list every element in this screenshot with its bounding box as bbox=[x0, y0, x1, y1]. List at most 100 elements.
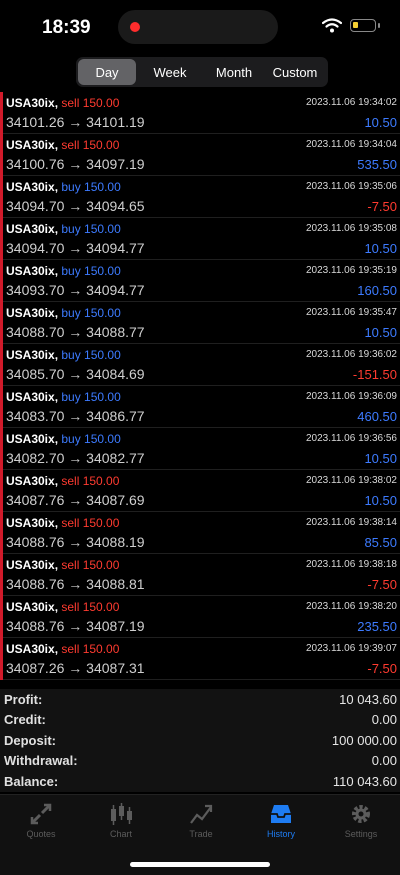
deal-row[interactable]: USA30ix, buy 150.00 34088.70 → 34088.77 20… bbox=[3, 302, 400, 344]
deal-datetime: 2023.11.06 19:36:09 bbox=[305, 391, 397, 402]
deal-prices: 34100.76 → 34097.19 bbox=[6, 156, 145, 172]
deal-datetime: 2023.11.06 19:35:19 bbox=[305, 265, 397, 276]
tab-settings[interactable]: Settings bbox=[326, 801, 396, 839]
summary-row: Deposit: 100 000.00 bbox=[0, 730, 400, 751]
deal-symbol: USA30ix, sell 150.00 bbox=[6, 474, 120, 488]
deal-side: buy 150.00 bbox=[61, 222, 121, 236]
dynamic-island bbox=[118, 10, 278, 44]
deal-datetime: 2023.11.06 19:35:47 bbox=[305, 307, 397, 318]
deal-symbol: USA30ix, sell 150.00 bbox=[6, 96, 120, 110]
deal-row[interactable]: USA30ix, buy 150.00 34093.70 → 34094.77 20… bbox=[3, 260, 400, 302]
account-summary: Profit: 10 043.60 Credit: 0.00 Deposit: 100 0… bbox=[0, 689, 400, 792]
tab-custom[interactable]: Custom bbox=[264, 59, 326, 85]
deal-row[interactable]: USA30ix, sell 150.00 34087.26 → 34087.31 2… bbox=[3, 638, 400, 680]
summary-label: Deposit: bbox=[4, 732, 56, 748]
tab-label: Chart bbox=[109, 829, 132, 839]
battery-tip bbox=[378, 23, 380, 28]
summary-value: 0.00 bbox=[371, 712, 397, 728]
deal-prices: 34083.70 → 34086.77 bbox=[6, 408, 145, 424]
deal-datetime: 2023.11.06 19:38:14 bbox=[305, 517, 397, 528]
tab-label: Settings bbox=[344, 829, 378, 839]
deal-symbol: USA30ix, buy 150.00 bbox=[6, 432, 121, 446]
summary-row: Profit: 10 043.60 bbox=[0, 689, 400, 710]
chart-icon bbox=[86, 801, 156, 827]
deal-row[interactable]: USA30ix, sell 150.00 34088.76 → 34088.81 2… bbox=[3, 554, 400, 596]
deal-symbol: USA30ix, buy 150.00 bbox=[6, 306, 121, 320]
deal-row[interactable]: USA30ix, buy 150.00 34094.70 → 34094.65 20… bbox=[3, 176, 400, 218]
deal-prices: 34087.26 → 34087.31 bbox=[6, 660, 145, 676]
deal-side: sell 150.00 bbox=[61, 600, 120, 614]
deal-row[interactable]: USA30ix, sell 150.00 34087.76 → 34087.69 2… bbox=[3, 470, 400, 512]
deal-profit: -151.50 bbox=[352, 367, 397, 382]
deal-profit: 10.50 bbox=[364, 493, 397, 508]
summary-label: Profit: bbox=[4, 691, 43, 707]
tab-label: Trade bbox=[189, 829, 213, 839]
deal-datetime: 2023.11.06 19:35:08 bbox=[305, 223, 397, 234]
deal-row[interactable]: USA30ix, buy 150.00 34082.70 → 34082.77 20… bbox=[3, 428, 400, 470]
deal-prices: 34088.76 → 34088.81 bbox=[6, 576, 145, 592]
tab-day[interactable]: Day bbox=[78, 59, 136, 85]
deal-side: sell 150.00 bbox=[61, 138, 120, 152]
deal-profit: 535.50 bbox=[357, 157, 397, 172]
deal-side: buy 150.00 bbox=[61, 390, 121, 404]
deal-profit: 235.50 bbox=[357, 619, 397, 634]
deal-row[interactable]: USA30ix, buy 150.00 34085.70 → 34084.69 20… bbox=[3, 344, 400, 386]
summary-value: 110 043.60 bbox=[332, 773, 397, 789]
deal-prices: 34088.76 → 34088.19 bbox=[6, 534, 145, 550]
tab-label: Quotes bbox=[26, 829, 56, 839]
tab-quotes[interactable]: Quotes bbox=[6, 801, 76, 839]
deal-profit: 10.50 bbox=[364, 241, 397, 256]
deal-row[interactable]: USA30ix, buy 150.00 34094.70 → 34094.77 20… bbox=[3, 218, 400, 260]
deal-prices: 34101.26 → 34101.19 bbox=[6, 114, 145, 130]
deal-row[interactable]: USA30ix, sell 150.00 34088.76 → 34088.19 2… bbox=[3, 512, 400, 554]
summary-label: Credit: bbox=[4, 712, 46, 728]
tab-label: History bbox=[266, 829, 295, 839]
summary-row: Balance: 110 043.60 bbox=[0, 771, 400, 792]
deal-side: sell 150.00 bbox=[61, 96, 120, 110]
status-time: 18:39 bbox=[42, 17, 91, 38]
deal-prices: 34088.70 → 34088.77 bbox=[6, 324, 145, 340]
deal-prices: 34088.76 → 34087.19 bbox=[6, 618, 145, 634]
recording-dot-icon bbox=[130, 22, 140, 32]
deal-prices: 34087.76 → 34087.69 bbox=[6, 492, 145, 508]
history-icon bbox=[246, 801, 316, 827]
deal-datetime: 2023.11.06 19:38:20 bbox=[305, 601, 397, 612]
wifi-icon bbox=[322, 18, 342, 33]
home-indicator bbox=[130, 862, 270, 867]
deal-side: buy 150.00 bbox=[61, 180, 121, 194]
tab-month[interactable]: Month bbox=[204, 59, 264, 85]
deal-row[interactable]: USA30ix, sell 150.00 34101.26 → 34101.19 2… bbox=[3, 92, 400, 134]
summary-label: Withdrawal: bbox=[4, 753, 78, 769]
summary-value: 100 000.00 bbox=[331, 732, 397, 748]
deal-prices: 34093.70 → 34094.77 bbox=[6, 282, 145, 298]
deal-side: buy 150.00 bbox=[61, 306, 121, 320]
deal-side: buy 150.00 bbox=[61, 432, 121, 446]
deal-side: sell 150.00 bbox=[61, 642, 120, 656]
deal-prices: 34094.70 → 34094.77 bbox=[6, 240, 145, 256]
tab-history[interactable]: History bbox=[246, 801, 316, 839]
deal-datetime: 2023.11.06 19:36:02 bbox=[305, 349, 397, 360]
deal-side: sell 150.00 bbox=[61, 516, 120, 530]
summary-value: 0.00 bbox=[371, 753, 397, 769]
period-selector: Day Week Month Custom bbox=[76, 57, 328, 87]
deal-symbol: USA30ix, buy 150.00 bbox=[6, 222, 121, 236]
deals-list[interactable]: USA30ix, sell 150.00 34101.26 → 34101.19 2… bbox=[0, 92, 400, 680]
deal-datetime: 2023.11.06 19:39:07 bbox=[305, 643, 397, 654]
deal-symbol: USA30ix, buy 150.00 bbox=[6, 390, 121, 404]
deal-profit: -7.50 bbox=[367, 577, 397, 592]
deal-row[interactable]: USA30ix, sell 150.00 34088.76 → 34087.19 2… bbox=[3, 596, 400, 638]
quotes-icon bbox=[6, 801, 76, 827]
deal-row[interactable]: USA30ix, sell 150.00 34100.76 → 34097.19 2… bbox=[3, 134, 400, 176]
deal-datetime: 2023.11.06 19:38:02 bbox=[305, 475, 397, 486]
summary-row: Withdrawal: 0.00 bbox=[0, 751, 400, 772]
status-bar: 18:39 bbox=[0, 0, 400, 56]
deal-symbol: USA30ix, buy 150.00 bbox=[6, 264, 121, 278]
summary-row: Credit: 0.00 bbox=[0, 710, 400, 731]
deal-datetime: 2023.11.06 19:34:04 bbox=[305, 139, 397, 150]
tab-week[interactable]: Week bbox=[136, 59, 204, 85]
deal-profit: 460.50 bbox=[357, 409, 397, 424]
tab-trade[interactable]: Trade bbox=[166, 801, 236, 839]
deal-side: sell 150.00 bbox=[61, 474, 120, 488]
deal-row[interactable]: USA30ix, buy 150.00 34083.70 → 34086.77 20… bbox=[3, 386, 400, 428]
tab-chart[interactable]: Chart bbox=[86, 801, 156, 839]
